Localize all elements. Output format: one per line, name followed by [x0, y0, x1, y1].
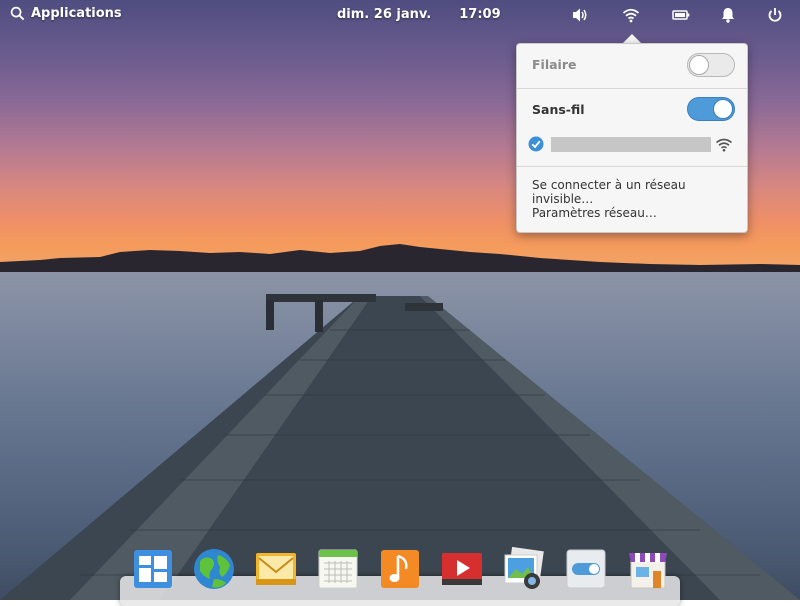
dock-item-music[interactable] — [378, 547, 422, 591]
wifi-signal-icon — [716, 138, 732, 152]
dock-item-mail[interactable] — [254, 547, 298, 591]
network-popover: Filaire Sans-fil Se connecter à un résea… — [516, 43, 748, 233]
network-settings-link[interactable]: Paramètres réseau… — [532, 206, 657, 220]
applications-label: Applications — [31, 6, 122, 21]
connected-check-icon — [528, 136, 544, 152]
applications-menu-button[interactable]: Applications — [10, 6, 122, 21]
multitasking-view-icon — [134, 550, 172, 588]
toggle-knob — [689, 55, 709, 75]
search-icon — [10, 6, 25, 21]
toggle-knob — [713, 99, 733, 119]
videos-icon — [442, 553, 482, 585]
wireless-toggle[interactable] — [687, 97, 735, 121]
battery-icon — [672, 10, 690, 20]
dock-item-settings[interactable] — [564, 547, 608, 591]
music-icon — [381, 550, 419, 588]
dock-item-videos[interactable] — [440, 547, 484, 591]
dock-item-browser[interactable] — [192, 547, 236, 591]
dock-item-photos[interactable] — [502, 546, 546, 591]
volume-icon — [573, 8, 587, 22]
wired-row: Filaire — [517, 44, 747, 87]
separator — [517, 166, 747, 167]
wired-toggle[interactable] — [687, 53, 735, 77]
notifications-bell-icon — [722, 8, 734, 23]
notifications-indicator[interactable] — [718, 6, 738, 24]
datetime-indicator[interactable]: dim. 26 janv. 17:09 — [337, 7, 501, 22]
session-indicator[interactable] — [765, 6, 785, 24]
dock-item-appcenter[interactable] — [626, 547, 670, 591]
network-indicator[interactable] — [621, 6, 641, 24]
top-panel: Applications dim. 26 janv. 17:09 — [0, 0, 800, 30]
wireless-label: Sans-fil — [532, 102, 585, 117]
dock-item-calendar[interactable] — [316, 547, 360, 591]
battery-indicator[interactable] — [671, 6, 691, 24]
calendar-icon — [318, 549, 358, 589]
volume-indicator[interactable] — [570, 6, 590, 24]
wifi-network-item[interactable] — [517, 132, 747, 158]
appcenter-icon — [629, 553, 667, 589]
wireless-row: Sans-fil — [517, 89, 747, 129]
wifi-icon — [622, 8, 640, 23]
wired-label: Filaire — [532, 57, 577, 72]
network-ssid — [551, 137, 711, 152]
connect-hidden-network-link[interactable]: Se connecter à un réseau invisible… — [532, 178, 747, 206]
time-label: 17:09 — [459, 7, 501, 22]
web-browser-icon — [194, 549, 234, 589]
power-icon — [768, 8, 782, 22]
mail-icon — [256, 553, 296, 585]
photos-icon — [504, 546, 544, 589]
system-settings-icon — [566, 549, 606, 589]
date-label: dim. 26 janv. — [337, 7, 432, 22]
dock-item-multitasking[interactable] — [131, 547, 175, 591]
